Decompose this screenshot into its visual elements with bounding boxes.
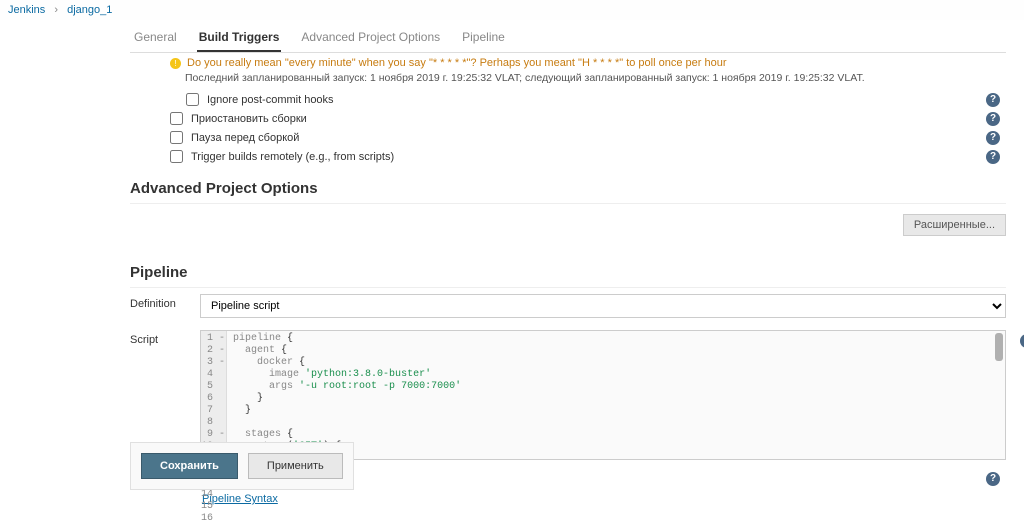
breadcrumb: Jenkins › django_1	[0, 0, 1024, 20]
help-icon[interactable]: ?	[986, 131, 1000, 145]
tab-pipeline[interactable]: Pipeline	[460, 26, 507, 52]
pause-before-label: Пауза перед сборкой	[191, 132, 299, 144]
help-icon[interactable]: ?	[986, 150, 1000, 164]
definition-select[interactable]: Pipeline script	[200, 294, 1006, 318]
save-button[interactable]: Сохранить	[141, 453, 238, 479]
trigger-remote-checkbox[interactable]	[170, 150, 183, 163]
section-pipeline: Pipeline	[130, 250, 1006, 288]
definition-label: Definition	[130, 294, 200, 310]
warning-icon: !	[170, 58, 181, 69]
breadcrumb-root[interactable]: Jenkins	[8, 4, 45, 16]
breadcrumb-job[interactable]: django_1	[67, 4, 112, 16]
help-icon[interactable]: ?	[986, 472, 1000, 486]
section-advanced-options: Advanced Project Options	[130, 166, 1006, 204]
ignore-post-commit-label: Ignore post-commit hooks	[207, 94, 334, 106]
advanced-button[interactable]: Расширенные...	[903, 214, 1006, 236]
tab-advanced-project-options[interactable]: Advanced Project Options	[299, 26, 442, 52]
editor-gutter: 1 - 2 - 3 - 4 5 6 7 8 9 - 10 - 11 - 12 1…	[201, 331, 227, 459]
config-tabs: General Build Triggers Advanced Project …	[130, 20, 1006, 53]
help-icon[interactable]: ?	[1020, 334, 1024, 348]
ignore-post-commit-checkbox[interactable]	[186, 93, 199, 106]
tab-build-triggers[interactable]: Build Triggers	[197, 26, 282, 52]
chevron-right-icon: ›	[48, 4, 64, 16]
script-editor[interactable]: 1 - 2 - 3 - 4 5 6 7 8 9 - 10 - 11 - 12 1…	[200, 330, 1006, 460]
trigger-remote-label: Trigger builds remotely (e.g., from scri…	[191, 151, 394, 163]
tab-general[interactable]: General	[132, 26, 179, 52]
pause-builds-label: Приостановить сборки	[191, 113, 307, 125]
schedule-info: Последний запланированный запуск: 1 нояб…	[130, 71, 1006, 90]
cron-warning: Do you really mean "every minute" when y…	[187, 57, 726, 69]
apply-button[interactable]: Применить	[248, 453, 343, 479]
pause-before-checkbox[interactable]	[170, 131, 183, 144]
script-label: Script	[130, 330, 200, 346]
help-icon[interactable]: ?	[986, 93, 1000, 107]
pause-builds-checkbox[interactable]	[170, 112, 183, 125]
help-icon[interactable]: ?	[986, 112, 1000, 126]
footer-buttons: Сохранить Применить	[130, 442, 354, 490]
scrollbar-thumb[interactable]	[995, 333, 1003, 361]
editor-code[interactable]: pipeline { agent { docker { image 'pytho…	[227, 331, 1005, 459]
